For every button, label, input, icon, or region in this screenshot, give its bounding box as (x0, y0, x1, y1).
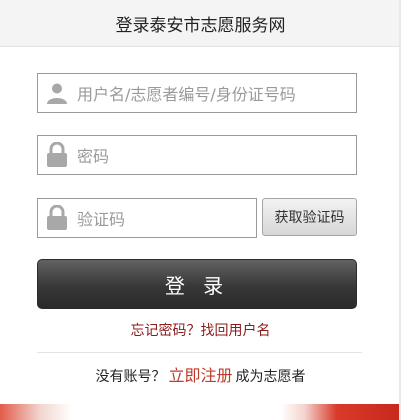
forgot-row: 忘记密码？找回用户名 (0, 320, 401, 340)
captcha-input[interactable]: 验证码 (37, 198, 257, 238)
user-icon (43, 79, 71, 107)
register-link[interactable]: 立即注册 (168, 366, 232, 385)
forgot-password-link[interactable]: 忘记密码？找回用户名 (131, 323, 271, 339)
password-input[interactable]: 密码 (37, 135, 357, 175)
login-button[interactable]: 登 录 (37, 259, 357, 309)
footer-banner-strip (0, 404, 401, 420)
page-header: 登录泰安市志愿服务网 (0, 0, 401, 47)
lock-icon (43, 141, 71, 169)
become-volunteer-text: 成为志愿者 (235, 369, 306, 385)
username-placeholder: 用户名/志愿者编号/身份证号码 (77, 85, 296, 104)
password-placeholder: 密码 (77, 147, 110, 166)
lock-icon (43, 204, 71, 232)
get-captcha-button[interactable]: 获取验证码 (262, 198, 357, 236)
username-input[interactable]: 用户名/志愿者编号/身份证号码 (37, 73, 357, 113)
captcha-placeholder: 验证码 (77, 210, 126, 229)
no-account-text: 没有账号？ (95, 369, 166, 385)
divider (37, 352, 362, 353)
register-row: 没有账号？ 立即注册 成为志愿者 (0, 362, 401, 386)
page-title: 登录泰安市志愿服务网 (115, 15, 286, 36)
